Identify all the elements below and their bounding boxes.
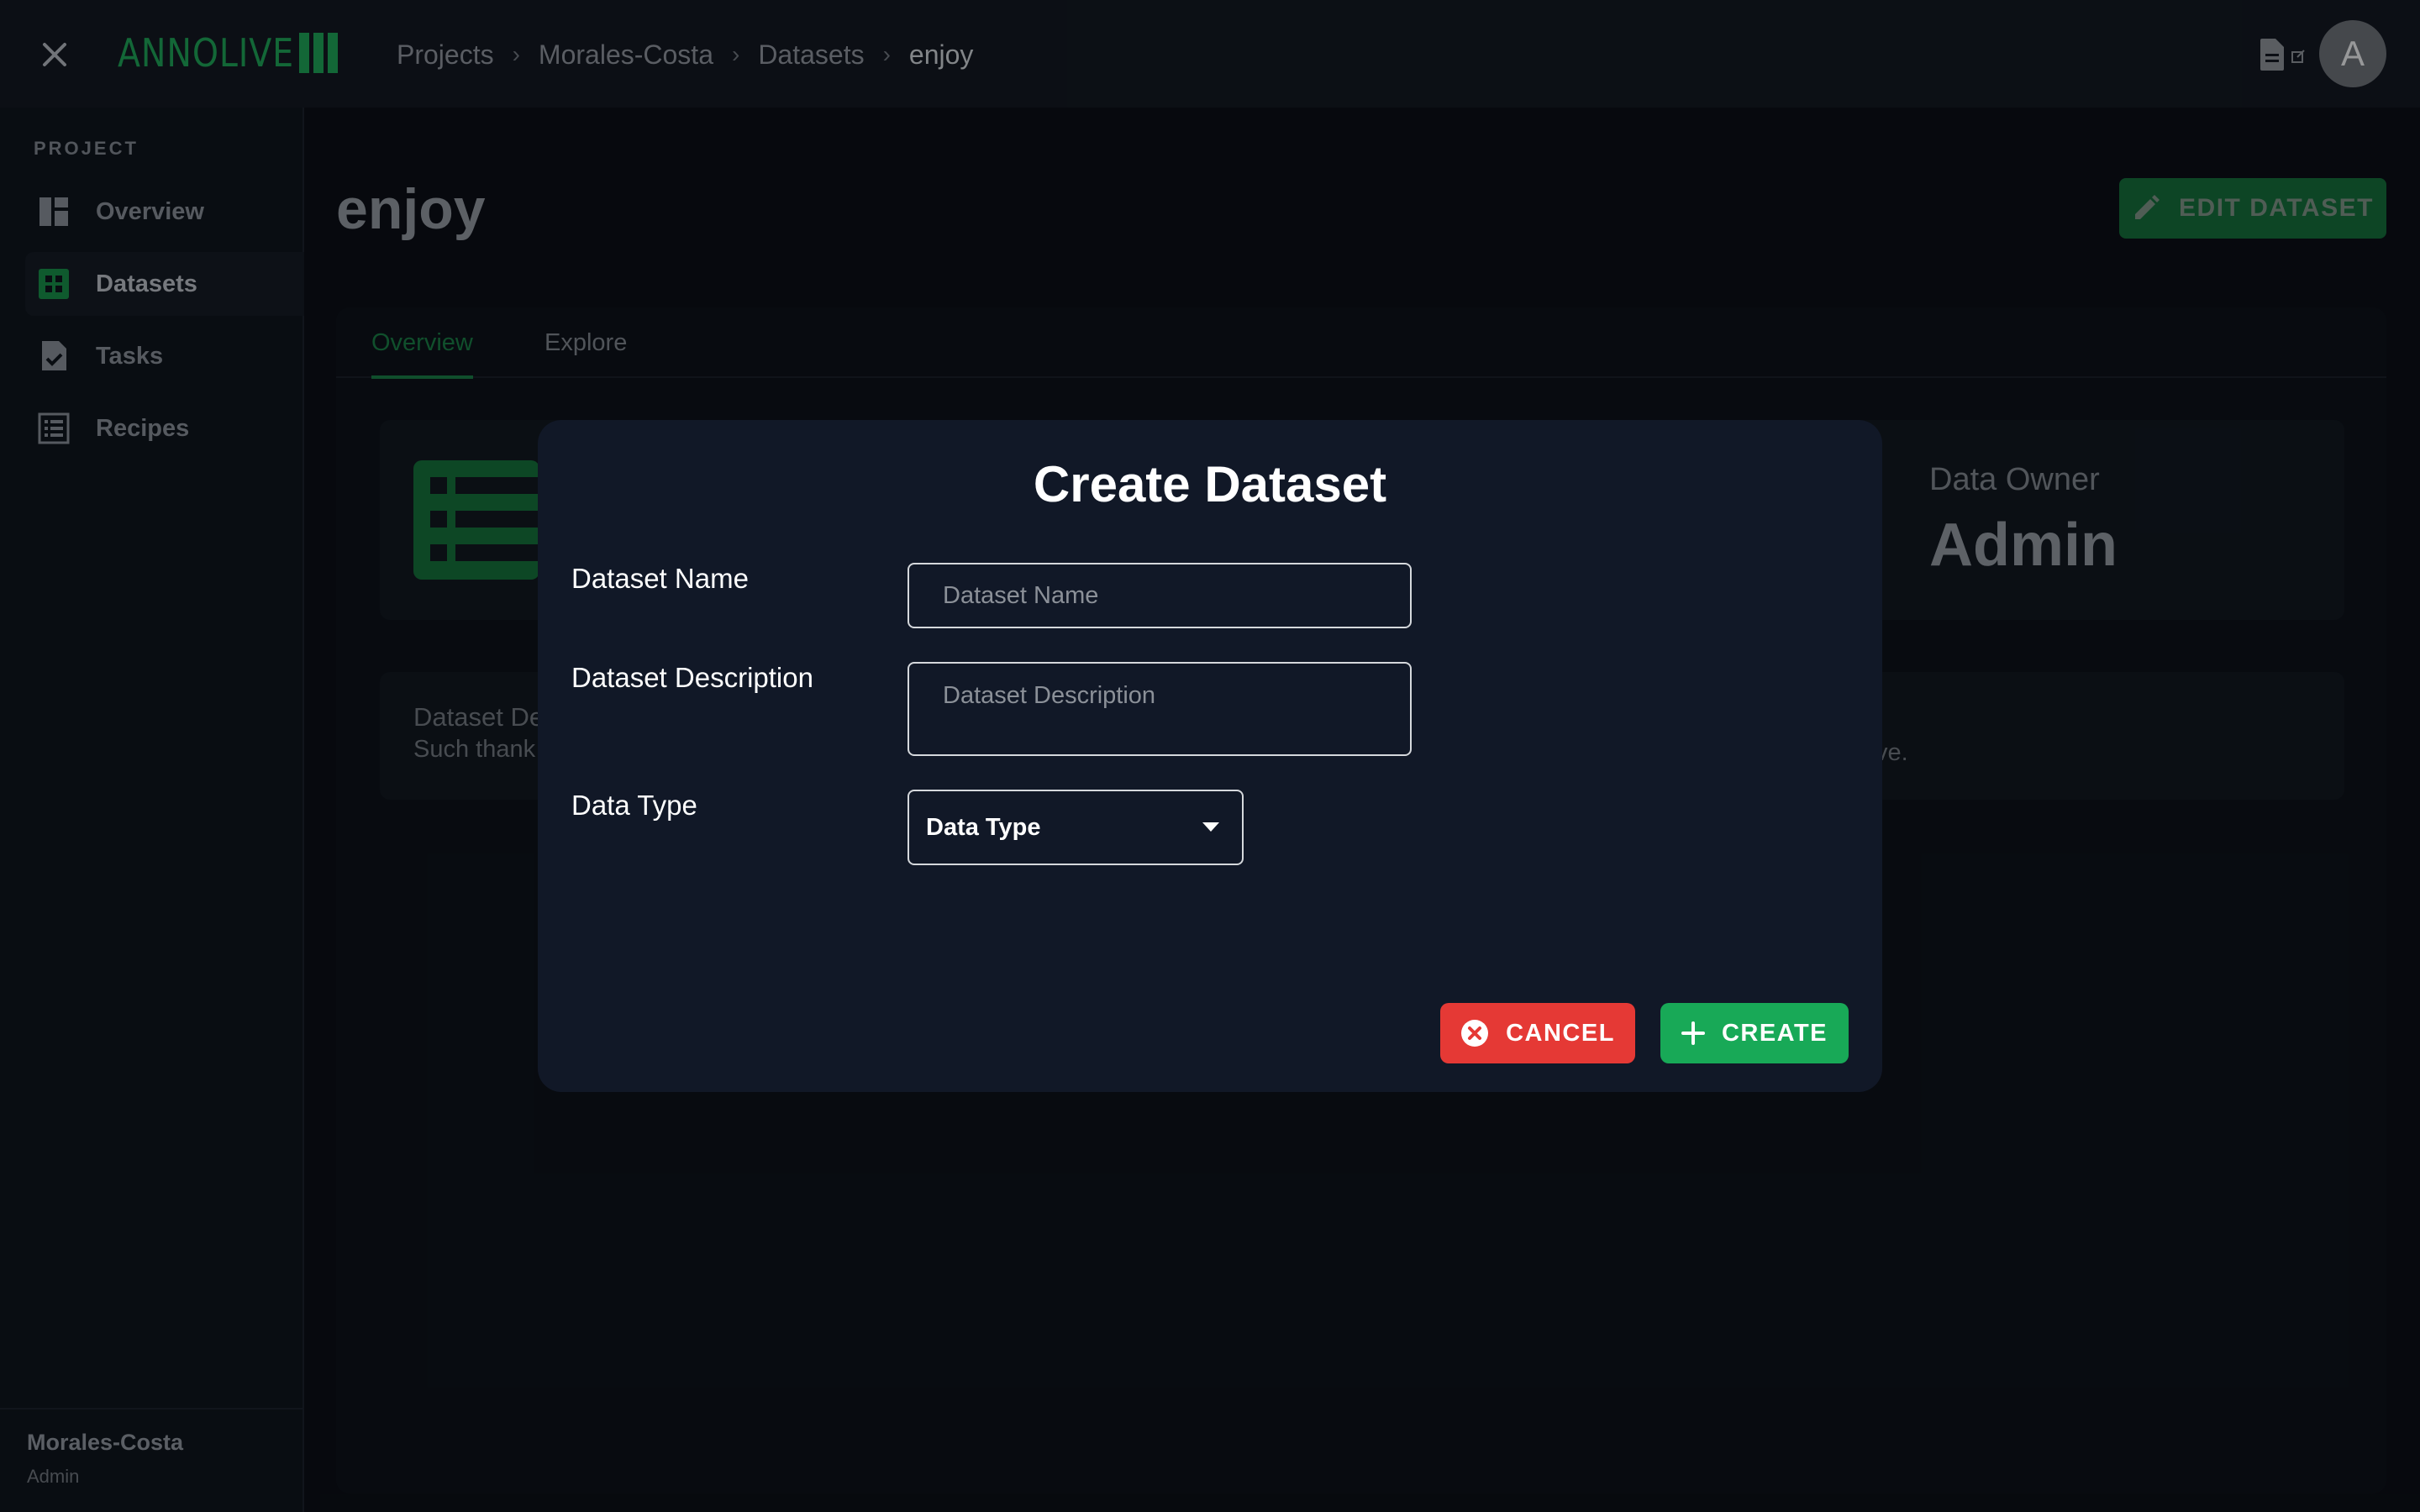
data-type-label: Data Type [571,790,697,821]
create-label: CREATE [1721,1019,1828,1047]
create-dataset-dialog: Create Dataset Dataset Name Dataset Desc… [538,420,1882,1092]
data-type-select[interactable]: Data Type [908,790,1244,865]
data-type-selected-value: Data Type [926,813,1041,841]
cancel-circle-icon [1461,1020,1489,1047]
caret-down-icon [1202,822,1219,832]
dataset-name-label: Dataset Name [571,563,749,594]
dataset-name-input[interactable] [908,563,1412,628]
dialog-title: Create Dataset [1033,456,1387,512]
dataset-description-input[interactable] [908,662,1412,756]
dataset-description-label: Dataset Description [571,662,813,693]
plus-icon [1681,1021,1705,1045]
cancel-button[interactable]: CANCEL [1440,1003,1635,1063]
create-button[interactable]: CREATE [1660,1003,1849,1063]
cancel-label: CANCEL [1506,1019,1615,1047]
